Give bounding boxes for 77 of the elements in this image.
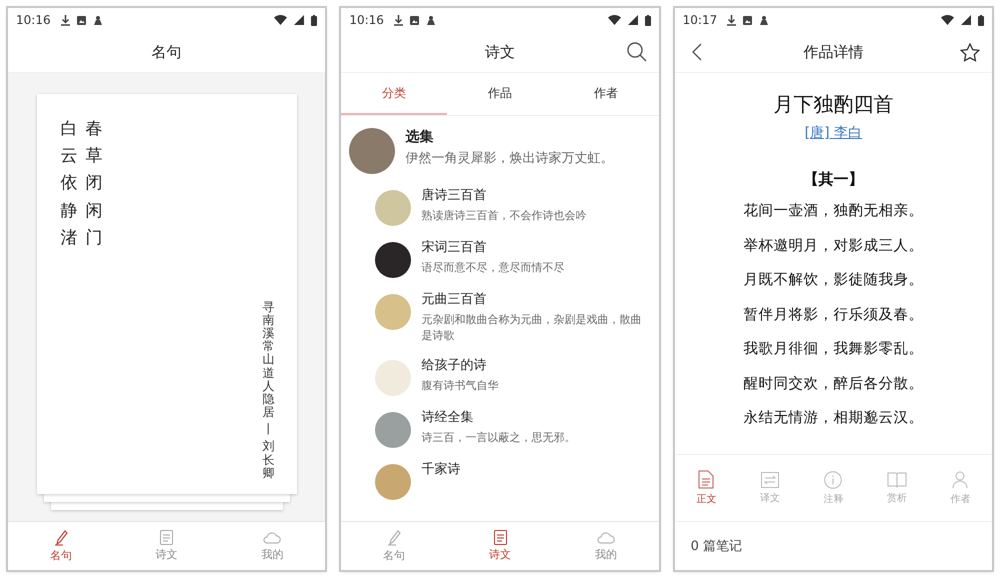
info-icon (824, 470, 842, 488)
poet-name: 刘长卿 (262, 440, 275, 480)
cloud-icon (596, 530, 615, 544)
status-time: 10:16 (16, 13, 51, 27)
author-link[interactable]: [唐] 李白 (804, 124, 862, 142)
collection-subtitle: 伊然一角灵犀影，焕出诗家万丈虹。 (405, 150, 614, 168)
separator-mark: 丨 (262, 423, 275, 436)
category-tab[interactable]: 分类 (341, 73, 448, 115)
search-icon[interactable] (626, 42, 647, 62)
person-icon (92, 15, 103, 25)
poem-line: 暂伴月将影，行乐须及春。 (743, 306, 924, 324)
image-icon (743, 16, 752, 24)
book-icon (886, 472, 907, 488)
back-icon[interactable] (692, 43, 702, 61)
cloud-icon (263, 530, 282, 544)
wifi-icon (274, 15, 288, 25)
signal-icon (294, 15, 304, 25)
image-icon (76, 16, 86, 24)
book-title[interactable]: 诗经全集 (421, 408, 576, 426)
screen-title: 诗文 (484, 42, 516, 62)
wifi-icon (608, 15, 621, 25)
wifi-icon (940, 15, 954, 25)
brush-icon (54, 530, 68, 546)
screen-title: 名句 (150, 42, 183, 62)
person-icon (426, 15, 436, 25)
screen-title: 作品详情 (802, 42, 864, 62)
category-tab[interactable]: 作品 (447, 73, 553, 115)
status-time: 10:16 (349, 13, 384, 27)
quote-column: 春草闭闲门 (86, 116, 103, 252)
signal-icon (628, 15, 638, 25)
image-icon (410, 16, 419, 24)
document-icon (494, 530, 506, 545)
poem-line: 花间一壶酒，独酌无相亲。 (743, 202, 924, 221)
book-title[interactable]: 给孩子的诗 (421, 356, 498, 374)
swap-icon (760, 472, 779, 488)
download-icon (394, 14, 403, 26)
collection-title[interactable]: 选集 (405, 128, 614, 146)
book-subtitle: 元杂剧和散曲合称为元曲，杂剧是戏曲，散曲是诗歌 (421, 312, 642, 344)
book-title[interactable]: 千家诗 (421, 460, 460, 478)
notes-count[interactable]: 0 篇笔记 (690, 537, 742, 555)
poem-line: 永结无情游，相期邈云汉。 (743, 408, 924, 428)
brush-icon (387, 530, 402, 546)
nav-tab[interactable]: 我的 (552, 522, 659, 570)
nav-tab[interactable]: 诗文 (114, 522, 220, 570)
download-icon (60, 14, 70, 26)
status-time: 10:17 (682, 13, 718, 27)
book-subtitle: 腹有诗书气自华 (421, 378, 498, 394)
nav-tab[interactable]: 名句 (8, 522, 114, 570)
signal-icon (960, 15, 971, 25)
star-icon[interactable] (960, 42, 980, 62)
download-icon (727, 14, 736, 26)
poem-line: 我歌月徘徊，我舞影零乱。 (743, 340, 924, 359)
view-tab[interactable]: 正文 (674, 470, 738, 506)
document-icon (160, 530, 174, 545)
book-subtitle: 熟读唐诗三百首，不会作诗也会吟 (421, 208, 586, 224)
book-title[interactable]: 唐诗三百首 (421, 186, 586, 204)
nav-tab[interactable]: 诗文 (447, 522, 553, 570)
nav-tab[interactable]: 我的 (220, 522, 326, 570)
poem-title: 月下独酌四首 (773, 91, 894, 118)
book-subtitle: 语尽而意不尽，意尽而情不尽 (421, 260, 564, 276)
nav-tab[interactable]: 名句 (341, 522, 448, 570)
poem-line: 举杯邀明月，对影成三人。 (743, 236, 924, 256)
document-icon (698, 470, 714, 489)
poem-source: 寻南溪常山道人隐居 (262, 300, 275, 420)
person-icon (759, 15, 770, 25)
book-subtitle: 诗三百，一言以蔽之，思无邪。 (421, 430, 576, 446)
section-heading: 【其一】 (803, 169, 864, 190)
battery-icon (311, 14, 318, 26)
poem-line: 月既不解饮，影徒随我身。 (743, 271, 924, 290)
book-title[interactable]: 宋词三百首 (421, 238, 564, 256)
battery-icon (644, 14, 651, 26)
person-icon (952, 470, 968, 488)
book-title[interactable]: 元曲三百首 (421, 290, 647, 308)
poem-line: 醒时同交欢，醉后各分散。 (743, 374, 924, 394)
quote-column: 白云依静渚 (60, 116, 78, 252)
category-tab[interactable]: 作者 (552, 73, 659, 115)
battery-icon (978, 14, 984, 26)
